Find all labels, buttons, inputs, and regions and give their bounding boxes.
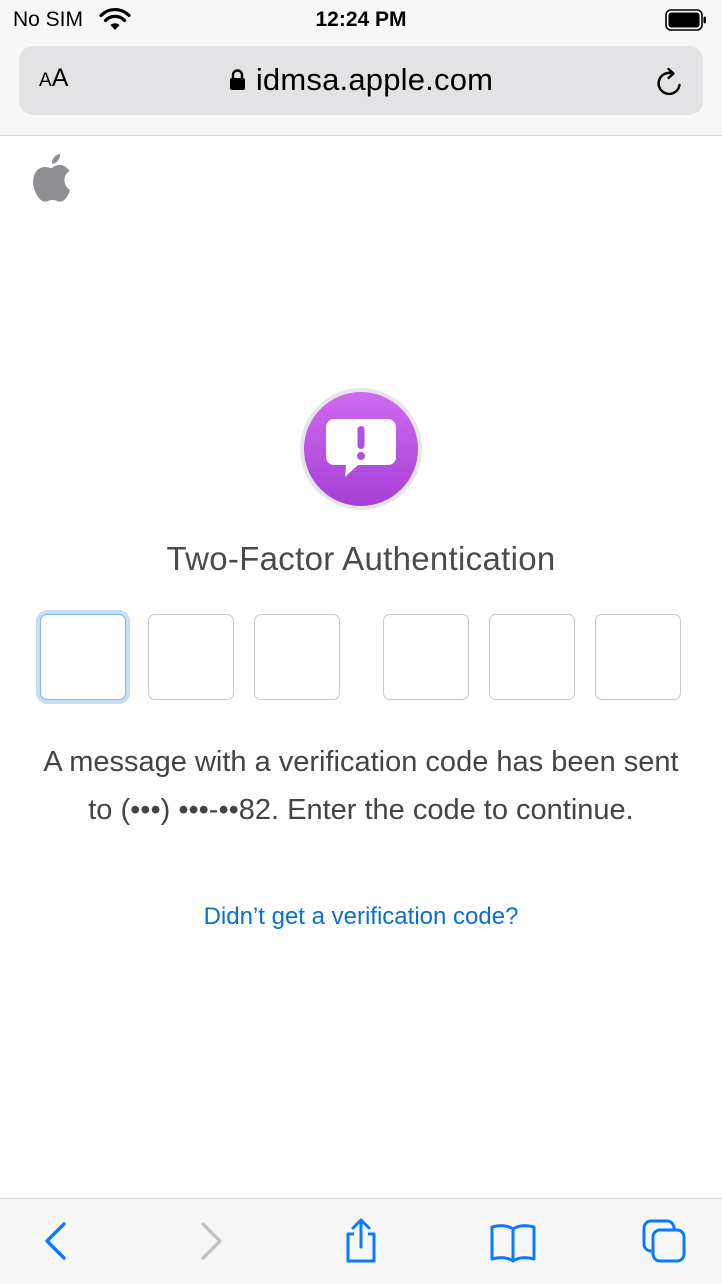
lock-icon: [229, 69, 245, 90]
resend-code-link[interactable]: Didn’t get a verification code?: [0, 903, 722, 931]
code-digit-5[interactable]: [489, 614, 575, 700]
back-icon[interactable]: [33, 1217, 81, 1265]
browser-chrome: A A idmsa.apple.com: [0, 40, 722, 136]
url-text: idmsa.apple.com: [255, 62, 494, 97]
code-digit-2[interactable]: [148, 614, 234, 700]
url-display[interactable]: idmsa.apple.com: [19, 62, 703, 98]
share-icon[interactable]: [337, 1217, 385, 1265]
page-title: Two-Factor Authentication: [166, 540, 556, 577]
alert-message-icon: [300, 388, 422, 510]
tabs-icon[interactable]: [640, 1217, 688, 1265]
forward-icon[interactable]: [186, 1217, 234, 1265]
code-digit-3[interactable]: [254, 614, 340, 700]
status-bar: No SIM 12:24 PM: [0, 0, 722, 40]
code-digit-1[interactable]: [40, 614, 126, 700]
address-bar[interactable]: A A idmsa.apple.com: [19, 46, 703, 115]
apple-logo-icon[interactable]: [30, 151, 74, 203]
code-digit-6[interactable]: [595, 614, 681, 700]
bookmarks-icon[interactable]: [489, 1217, 537, 1265]
reload-icon[interactable]: [653, 66, 687, 100]
battery-icon: [665, 9, 706, 31]
code-digit-4[interactable]: [383, 614, 469, 700]
clock: 12:24 PM: [315, 8, 407, 31]
browser-toolbar: [0, 1198, 722, 1284]
verification-message: A message with a verification code has b…: [43, 746, 679, 826]
